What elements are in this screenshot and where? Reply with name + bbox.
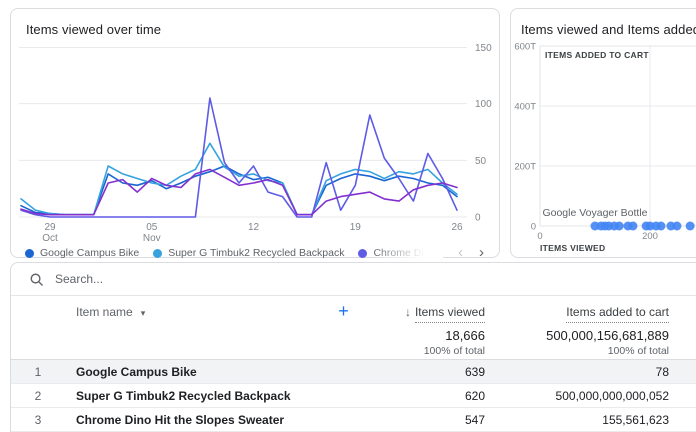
- row-index: 3: [11, 413, 65, 427]
- table-row[interactable]: 2Super G Timbuk2 Recycled Backpack 620500…: [11, 384, 696, 408]
- item-name-header-label: Item name: [76, 305, 133, 319]
- scatter-chart: 0 200T 400T 600T 0 200 ITEMS ADDED TO CART ITEM…: [511, 39, 696, 257]
- table-body: 1Google Campus Bike 63978 2Super G Timbuk2…: [11, 360, 696, 432]
- legend-item[interactable]: Super G Timbuk2 Recycled Backpack: [153, 247, 344, 259]
- legend-item[interactable]: Chrome Dino Hit the Slopes Sweater: [358, 247, 441, 259]
- y-axis-tick-label: 0: [475, 213, 481, 224]
- add-metric-button[interactable]: +: [338, 301, 349, 321]
- x-axis-tick-sublabel: Oct: [42, 233, 58, 244]
- scatter-point[interactable]: [672, 222, 681, 231]
- x-axis-tick-label: 200: [642, 231, 658, 242]
- search-bar: [11, 263, 696, 296]
- search-input[interactable]: [55, 272, 475, 286]
- line-chart-card: Items viewed over time 0 50 100 150 29Oct 05N…: [10, 8, 500, 258]
- column-header-items-added[interactable]: Items added to cart: [485, 305, 669, 319]
- items-added-cell: 78: [485, 365, 669, 379]
- items-added-header-label: Items added to cart: [566, 305, 669, 323]
- row-index: 2: [11, 389, 65, 403]
- x-axis-tick-label: 19: [350, 222, 362, 233]
- legend-label: Super G Timbuk2 Recycled Backpack: [168, 247, 344, 259]
- table-header-row: Item name▾ + ↓Items viewed Items added t…: [11, 296, 696, 327]
- x-axis-tick-sublabel: Nov: [143, 233, 161, 244]
- y-axis-tick-label: 200T: [514, 162, 536, 173]
- x-axis-tick-label: 29: [45, 222, 57, 233]
- items-added-cell: 500,000,000,000,052: [485, 389, 669, 403]
- scatter-point[interactable]: [615, 222, 624, 231]
- scatter-point[interactable]: [686, 222, 695, 231]
- items-table-card: Item name▾ + ↓Items viewed Items added t…: [10, 262, 696, 432]
- item-name-cell[interactable]: Chrome Dino Hit the Slopes Sweater: [65, 413, 331, 427]
- legend-prev-icon[interactable]: ‹: [458, 245, 463, 260]
- column-header-item-name[interactable]: Item name ▾: [65, 305, 331, 319]
- x-axis-tick-label: 12: [248, 222, 260, 233]
- legend-dot-icon: [358, 249, 367, 258]
- items-viewed-cell: 620: [356, 389, 485, 403]
- table-row[interactable]: 1Google Campus Bike 63978: [11, 360, 696, 384]
- legend-label: Chrome Dino Hit the Slopes Sweater: [373, 247, 441, 259]
- x-axis-tick-label: 26: [451, 222, 463, 233]
- scatter-point[interactable]: [657, 222, 666, 231]
- y-axis-tick-label: 600T: [514, 42, 536, 53]
- items-viewed-header-label: Items viewed: [415, 305, 485, 323]
- sort-descending-icon: ↓: [405, 305, 411, 319]
- y-axis-tick-label: 150: [475, 43, 492, 54]
- y-axis-title: ITEMS ADDED TO CART: [545, 50, 649, 60]
- scatter-chart-card: Items viewed and Items added to cart by …: [510, 8, 696, 258]
- items-viewed-total-pct: 100% of total: [356, 345, 485, 357]
- scatter-point[interactable]: [628, 222, 637, 231]
- x-axis-tick-label: 0: [537, 231, 542, 242]
- items-viewed-cell: 547: [356, 413, 485, 427]
- column-header-items-viewed[interactable]: ↓Items viewed: [356, 305, 485, 319]
- line-series-2[interactable]: [21, 98, 457, 217]
- items-added-total: 500,000,156,681,889: [485, 328, 669, 343]
- items-viewed-total: 18,666: [356, 328, 485, 343]
- items-viewed-cell: 639: [356, 365, 485, 379]
- x-axis-tick-label: 05: [146, 222, 158, 233]
- line-chart: 05010015029Oct05Nov121926: [19, 47, 491, 247]
- y-axis-tick-label: 400T: [514, 102, 536, 113]
- dropdown-arrow-icon: ▾: [141, 308, 146, 318]
- y-axis-tick-label: 0: [531, 222, 536, 233]
- legend-dot-icon: [153, 249, 162, 258]
- point-annotation: Google Voyager Bottle: [542, 207, 647, 219]
- item-name-cell[interactable]: Super G Timbuk2 Recycled Backpack: [65, 389, 331, 403]
- items-added-cell: 155,561,623: [485, 413, 669, 427]
- line-chart-legend: Google Campus Bike Super G Timbuk2 Recycl…: [25, 246, 441, 260]
- totals-row: 18,666 100% of total 500,000,156,681,889…: [11, 327, 696, 360]
- item-name-cell[interactable]: Google Campus Bike: [65, 365, 331, 379]
- analytics-dashboard: Items viewed over time 05010015029Oct05N…: [0, 0, 696, 432]
- legend-next-icon[interactable]: ›: [479, 245, 484, 260]
- x-axis-title: ITEMS VIEWED: [540, 243, 605, 253]
- scatter-chart-title: Items viewed and Items added to cart by …: [521, 22, 696, 37]
- y-axis-tick-label: 50: [475, 156, 487, 167]
- search-icon: [29, 272, 44, 287]
- table-row[interactable]: 3Chrome Dino Hit the Slopes Sweater 54715…: [11, 408, 696, 432]
- row-index: 1: [11, 365, 65, 379]
- legend-item[interactable]: Google Campus Bike: [25, 247, 139, 259]
- items-added-total-pct: 100% of total: [485, 345, 669, 357]
- line-series-0[interactable]: [21, 166, 457, 215]
- legend-dot-icon: [25, 249, 34, 258]
- y-axis-tick-label: 100: [475, 99, 492, 110]
- line-chart-title: Items viewed over time: [26, 22, 161, 37]
- legend-label: Google Campus Bike: [40, 247, 139, 259]
- add-column-cell: +: [331, 302, 356, 322]
